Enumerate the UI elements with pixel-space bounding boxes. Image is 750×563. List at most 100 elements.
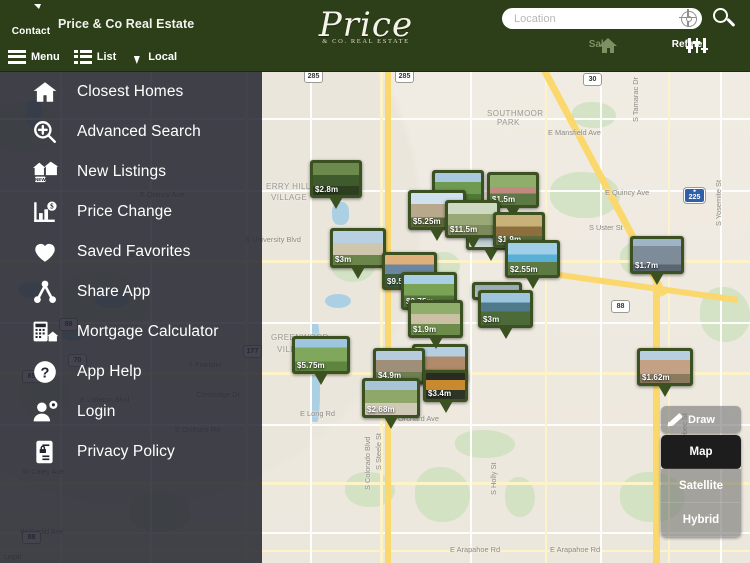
listing-marker[interactable]: $2.8m xyxy=(310,160,362,209)
location-search[interactable] xyxy=(502,8,702,29)
listing-marker[interactable]: $2.68m xyxy=(362,378,420,429)
new-houses-icon: NEW xyxy=(28,157,62,187)
listing-photo: $2.68m xyxy=(365,381,417,415)
map-type-map[interactable]: Map xyxy=(661,435,741,469)
listing-photo: $3m xyxy=(333,231,383,265)
map-type-hybrid[interactable]: Hybrid xyxy=(661,503,741,537)
map-type-satellite[interactable]: Satellite xyxy=(661,469,741,503)
home-icon xyxy=(28,77,62,107)
crosshair-icon[interactable] xyxy=(679,8,697,27)
marker-tail xyxy=(649,271,665,285)
map-pin-icon xyxy=(130,48,143,65)
sidebar-item-share-app[interactable]: Share App xyxy=(0,272,262,312)
listing-price: $2.8m xyxy=(315,185,339,194)
marker-tail xyxy=(313,371,329,385)
map-label: E Long Rd xyxy=(300,409,335,418)
refine-button[interactable]: Refine xyxy=(666,38,708,53)
page-title: Price & Co Real Estate xyxy=(58,17,195,31)
sidebar-item-label: Mortgage Calculator xyxy=(77,323,219,340)
map-label: S Steele St xyxy=(374,433,383,470)
map-water xyxy=(325,294,351,308)
listing-photo: $2.8m xyxy=(313,163,359,195)
search-input-wrapper[interactable] xyxy=(502,8,702,29)
menu-button[interactable]: Menu xyxy=(8,49,60,64)
listing-price: $1.62m xyxy=(642,373,670,382)
listing-marker[interactable]: $3m xyxy=(330,228,386,279)
listing-photo: $1.62m xyxy=(640,351,690,383)
map-road xyxy=(310,72,312,563)
listing-price: $1.7m xyxy=(635,261,659,270)
pencil-icon xyxy=(665,412,683,429)
sale-button[interactable]: Sale xyxy=(578,38,620,53)
list-button[interactable]: List xyxy=(73,49,117,64)
sidebar-item-label: Closest Homes xyxy=(77,83,184,100)
sidebar-item-new-listings[interactable]: NEW New Listings xyxy=(0,152,262,192)
search-icon[interactable] xyxy=(712,7,736,31)
map-label: E Quincy Ave xyxy=(605,188,650,197)
sidebar-item-label: Saved Favorites xyxy=(77,243,191,260)
share-nodes-icon xyxy=(28,277,62,307)
marker-tail xyxy=(464,235,481,249)
map-park xyxy=(572,102,616,128)
listing-marker[interactable]: $2.55m xyxy=(505,240,560,289)
map-type-satellite-label: Satellite xyxy=(678,479,724,492)
app-header: Contact Price & Co Real Estate Price & C… xyxy=(0,0,750,72)
magnifier-plus-icon xyxy=(28,117,62,147)
sidebar-item-app-help[interactable]: ? App Help xyxy=(0,352,262,392)
marker-tail xyxy=(429,227,445,241)
sidebar-item-login[interactable]: Login xyxy=(0,392,262,432)
list-label: List xyxy=(96,50,117,63)
listing-marker[interactable]: $3m xyxy=(478,290,533,339)
user-gear-icon xyxy=(28,397,62,427)
listing-marker[interactable]: $1.9m xyxy=(408,300,463,349)
menu-label: Menu xyxy=(31,50,60,63)
listing-marker[interactable]: $1.62m xyxy=(637,348,693,397)
marker-tail xyxy=(383,415,399,429)
marker-tail xyxy=(524,275,541,289)
draw-label: Draw xyxy=(688,413,715,426)
chat-bubble-icon xyxy=(21,5,47,20)
local-button[interactable]: Local xyxy=(130,48,177,65)
listing-marker[interactable]: $3.4m xyxy=(423,370,468,413)
search-input[interactable] xyxy=(514,12,674,25)
listing-marker[interactable]: $5.75m xyxy=(292,336,350,385)
sidebar-item-label: Price Change xyxy=(77,203,173,220)
sidebar-item-price-change[interactable]: $ Price Change xyxy=(0,192,262,232)
map-label: S Uster St xyxy=(589,223,623,232)
sidebar-item-list[interactable]: Closest Homes Advanced Search NEW New Listi… xyxy=(0,72,262,472)
sidebar-item-saved-favorites[interactable]: Saved Favorites xyxy=(0,232,262,272)
listing-price: $2.68m xyxy=(367,405,395,414)
map-label: SOUTHMOOR xyxy=(487,109,544,118)
map-park xyxy=(415,467,470,522)
map-park xyxy=(455,430,515,458)
listing-marker[interactable]: $11.5m xyxy=(445,200,500,249)
marker-tail xyxy=(427,335,444,349)
listing-price: $1.9m xyxy=(413,325,437,334)
draw-button[interactable]: Draw xyxy=(661,406,741,433)
listing-price: $11.5m xyxy=(450,225,478,234)
listing-marker[interactable]: $1.7m xyxy=(630,236,684,285)
header-actions[interactable]: Sale Refine xyxy=(578,38,708,53)
header-toolbar[interactable]: Menu List Local xyxy=(8,48,177,65)
map-label: E Mansfield Ave xyxy=(548,128,601,137)
local-label: Local xyxy=(148,50,178,63)
listing-price: $3m xyxy=(335,255,352,264)
sidebar-item-mortgage-calculator[interactable]: Mortgage Calculator xyxy=(0,312,262,352)
map-label: PARK xyxy=(497,118,520,127)
listing-price: $2.55m xyxy=(510,265,538,274)
sidebar-item-label: New Listings xyxy=(77,163,167,180)
sidebar-item-privacy-policy[interactable]: Privacy Policy xyxy=(0,432,262,472)
map-type-selector[interactable]: Map Satellite Hybrid xyxy=(661,435,741,537)
listing-photo: $4.9m xyxy=(376,351,422,381)
sidebar-item-closest-homes[interactable]: Closest Homes xyxy=(0,72,262,112)
sidebar-item-advanced-search[interactable]: Advanced Search xyxy=(0,112,262,152)
map-road-major xyxy=(380,72,383,563)
svg-text:?: ? xyxy=(41,365,50,381)
brand-logo-subtitle: & CO. REAL ESTATE xyxy=(322,38,410,45)
map-type-hybrid-label: Hybrid xyxy=(682,513,720,526)
list-icon xyxy=(73,49,92,64)
sidebar-menu[interactable]: Closest Homes Advanced Search NEW New Listi… xyxy=(0,72,262,563)
map-highway xyxy=(385,72,391,563)
contact-button[interactable]: Contact xyxy=(9,3,53,39)
document-lock-icon xyxy=(28,437,62,467)
